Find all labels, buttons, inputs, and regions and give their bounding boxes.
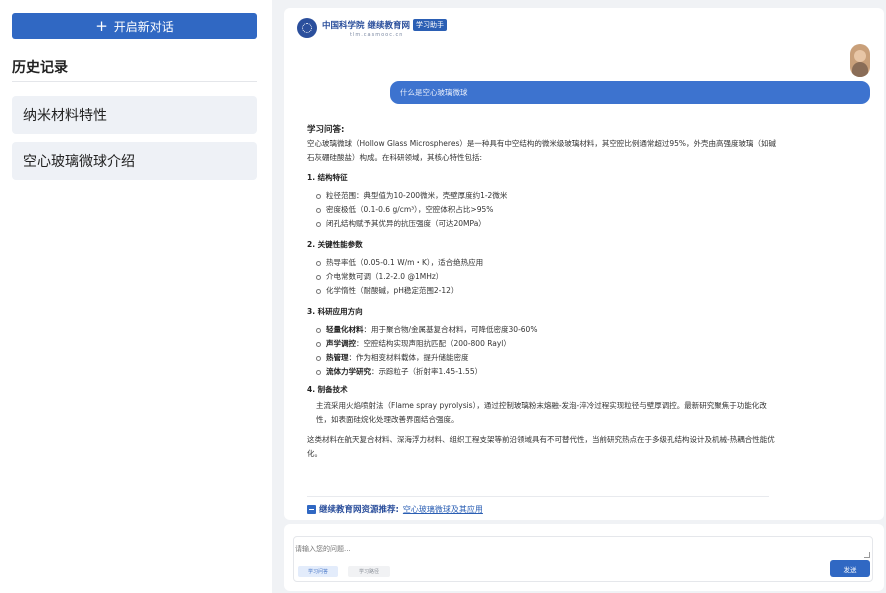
- brand-name: 中国科学院: [322, 20, 365, 31]
- list-item: 闭孔结构赋予其优异的抗压强度（可达20MPa）: [316, 217, 777, 231]
- minus-square-icon: [307, 504, 316, 514]
- new-chat-button[interactable]: + 开启新对话: [12, 13, 257, 39]
- chat-header: 中国科学院 继续教育网 学习助手 tlm.casmooc.cn: [297, 18, 448, 38]
- history-item-hollow-glass[interactable]: 空心玻璃微球介绍: [12, 142, 257, 180]
- cas-logo-icon: [297, 18, 317, 38]
- resource-recommendation: 继续教育网资源推荐: 空心玻璃微球及其应用: [307, 503, 483, 515]
- user-avatar: [850, 44, 870, 77]
- list-item-bold: 流体力学研究: [326, 367, 371, 376]
- section-title-preparation: 4. 制备技术: [307, 385, 348, 394]
- section-list-applications: 轻量化材料：用于聚合物/金属基复合材料，可降低密度30-60% 声学调控：空腔结…: [307, 323, 777, 379]
- section-list-structure: 粒径范围：典型值为10-200微米，壳壁厚度约1-2微米 密度极低（0.1-0.…: [307, 189, 777, 231]
- recommendation-link[interactable]: 空心玻璃微球及其应用: [403, 504, 483, 515]
- answer-title: 学习问答:: [307, 125, 345, 135]
- list-item: 热导率低（0.05-0.1 W/m・K），适合绝热应用: [316, 256, 777, 270]
- answer-conclusion: 这类材料在航天复合材料、深海浮力材料、组织工程支架等前沿领域具有不可替代性，当前…: [307, 435, 775, 458]
- user-question-bubble: 什么是空心玻璃微球: [390, 81, 870, 104]
- section-title-applications: 3. 科研应用方向: [307, 307, 363, 316]
- recommendation-label: 继续教育网资源推荐:: [319, 505, 399, 515]
- chip-learning-path[interactable]: 学习路径: [348, 566, 390, 577]
- section-title-performance: 2. 关键性能参数: [307, 240, 363, 249]
- list-item-bold: 轻量化材料: [326, 325, 364, 334]
- list-item-bold: 声学调控: [326, 339, 356, 348]
- list-item: 介电常数可调（1.2-2.0 @1MHz）: [316, 270, 777, 284]
- send-button[interactable]: 发送: [830, 560, 870, 577]
- list-item: 热管理：作为相变材料载体，提升储能密度: [316, 351, 777, 365]
- list-item: 化学惰性（耐酸碱，pH稳定范围2-12）: [316, 284, 777, 298]
- chip-learning-qa[interactable]: 学习问答: [298, 566, 338, 577]
- history-divider: [12, 81, 257, 82]
- list-item: 密度极低（0.1-0.6 g/cm³），空腔体积占比>95%: [316, 203, 777, 217]
- answer-intro: 空心玻璃微球（Hollow Glass Microspheres）是一种具有中空…: [307, 139, 777, 162]
- history-item-nano-materials[interactable]: 纳米材料特性: [12, 96, 257, 134]
- brand-url: tlm.casmooc.cn: [350, 31, 404, 38]
- list-item: 轻量化材料：用于聚合物/金属基复合材料，可降低密度30-60%: [316, 323, 777, 337]
- list-item-text: ：用于聚合物/金属基复合材料，可降低密度30-60%: [363, 325, 538, 334]
- assistant-answer: 学习问答: 空心玻璃微球（Hollow Glass Microspheres）是…: [307, 123, 777, 461]
- user-question-text: 什么是空心玻璃微球: [400, 88, 468, 97]
- list-item: 声学调控：空腔结构实现声阻抗匹配（200-800 Rayl）: [316, 337, 777, 351]
- plus-icon: +: [95, 16, 108, 35]
- section-list-performance: 热导率低（0.05-0.1 W/m・K），适合绝热应用 介电常数可调（1.2-2…: [307, 256, 777, 298]
- list-item: 粒径范围：典型值为10-200微米，壳壁厚度约1-2微米: [316, 189, 777, 203]
- input-panel: 学习问答 学习路径 发送: [284, 524, 884, 591]
- sidebar: + 开启新对话 历史记录 纳米材料特性 空心玻璃微球介绍: [0, 0, 272, 593]
- list-item: 流体力学研究：示踪粒子（折射率1.45-1.55）: [316, 365, 777, 379]
- history-title: 历史记录: [12, 60, 68, 76]
- list-item-bold: 热管理: [326, 353, 349, 362]
- resize-handle-icon[interactable]: [864, 552, 870, 558]
- list-item-text: ：示踪粒子（折射率1.45-1.55）: [371, 367, 483, 376]
- recommend-divider: [307, 496, 769, 497]
- section-title-structure: 1. 结构特征: [307, 173, 348, 182]
- new-chat-label: 开启新对话: [113, 19, 174, 34]
- preparation-text: 主流采用火焰喷射法（Flame spray pyrolysis），通过控制玻璃粉…: [316, 401, 767, 424]
- brand-subtitle: 继续教育网: [367, 20, 411, 31]
- question-input[interactable]: [295, 545, 795, 553]
- chat-panel: 中国科学院 继续教育网 学习助手 tlm.casmooc.cn 什么是空心玻璃微…: [284, 8, 884, 520]
- list-item-text: ：空腔结构实现声阻抗匹配（200-800 Rayl）: [356, 339, 511, 348]
- list-item-text: ：作为相变材料载体，提升储能密度: [348, 353, 469, 362]
- assistant-badge: 学习助手: [413, 18, 448, 31]
